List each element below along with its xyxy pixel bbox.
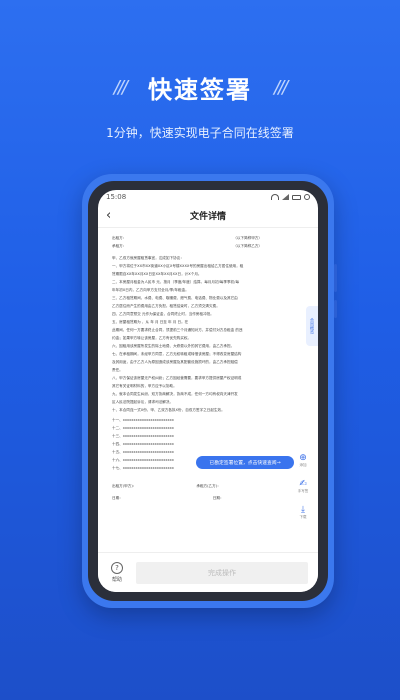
locate-signature-toast[interactable]: 已勘定签署位置，点击快速查阅→ [196,456,294,469]
phone-screen: 15:08 ‹ 文件详情 出租方： （以下简称甲方） 承租方： （以下简称乙方）… [98,190,318,592]
download-tool-button[interactable]: ⤓ 下载 [294,502,312,522]
help-label: 帮助 [111,577,122,583]
contract-line: 此期间，任何一方要求终止合同，须提前三个月通知对方，并偿付对方总租金 的违 [112,328,243,332]
contract-line: 三、乙方租赁期间，水费、电费、取暖费、燃气费、电话费、物业费以及其它由 [112,296,238,300]
contract-clauses: 甲、乙双方就房屋租赁事宜，达成如下协议： 一、甲方将位于XX市XX街道XX小区X号… [112,254,304,414]
contract-numbered-line: 十五、xxxxxxxxxxxxxxxxxxxxxxxx [112,450,174,454]
decor-slashes-right: /// [274,77,288,98]
party-a-label: 出租方： [112,236,127,240]
party-b-value: （以下简称乙方） [233,244,262,248]
contract-line: 责任。 [112,368,123,372]
status-time: 15:08 [106,193,127,201]
sign-party-a: 出租方(甲方)： [112,484,137,488]
chevron-left-icon[interactable]: ‹ [106,208,111,223]
handwrite-tool-button[interactable]: ✍ 手写签 [294,476,312,496]
page-subtitle: 1分钟，快速实现电子合同在线签署 [106,126,294,140]
contract-line: 甲、乙双方就房屋租赁事宜，达成如下协议： [112,256,184,260]
handwrite-tool-label: 手写签 [297,488,309,493]
headline: /// 快速签署 /// [0,70,400,105]
add-tool-button[interactable]: ⊕ 添加 [294,450,312,470]
page-title: 快速签署 [148,76,252,104]
contract-numbered-line: 十二、xxxxxxxxxxxxxxxxxxxxxxxx [112,426,174,430]
nav-bar: ‹ 文件详情 [98,204,318,228]
status-icons [271,194,310,200]
date-party-b: 日期： [212,496,224,500]
contract-line: 其它有关证明材料的，甲方应予以协助。 [112,384,177,388]
contract-line: 年年初X日内，乙方向甲方支付全月/季/年租金。 [112,288,189,292]
contract-line: 及其用途，由于乙方人为原因造成该房屋及其配套设施损坏的，由乙方承担赔偿 [112,360,238,364]
alarm-icon [304,194,310,200]
phone-power-button [334,300,337,318]
contract-line: 约金；如果甲方转让该房屋，乙方有优先购买权。 [112,336,192,340]
bottom-bar: ? 帮助 完成操作 [98,552,318,592]
contract-line: 十、本合同连一式X份，甲、乙双方各执X份，自双方签字之日起生效。 [112,408,225,412]
hand-sign-icon: ✍ [299,478,307,489]
contract-numbered-line: 十四、xxxxxxxxxxxxxxxxxxxxxxxx [112,442,174,446]
download-icon: ⤓ [301,504,305,515]
contract-line: 七、在承租期间，未经甲方同意，乙方无权转租或转借该房屋；不得改变房屋结构 [112,352,242,356]
contract-numbered-line: 十一、xxxxxxxxxxxxxxxxxxxxxxxx [112,418,174,422]
contract-line: 一、甲方将位于XX市XX街道XX小区X号楼XXXX号的房屋出租给乙方居住使用，租 [112,264,244,268]
contract-line: 九、就本合同发生纠纷，双方协商解决，协商不成，任何一方均有权向天津开发 [112,392,238,396]
question-icon: ? [111,562,123,574]
contract-line: 六、因租用该房屋所发生的除土地费、大修费以外的其它费用，由乙方承担。 [112,344,235,348]
party-b-label: 承租方： [112,244,127,248]
wifi-icon [271,194,279,200]
contract-numbered-line: 十三、xxxxxxxxxxxxxxxxxxxxxxxx [112,434,174,438]
contract-line: 五、房屋租赁期为 ，从 年 月 日至 年 月 日。在 [112,320,189,324]
sign-party-b: 承租方(乙方)： [196,484,221,488]
download-tool-label: 下载 [299,514,307,519]
status-bar: 15:08 [98,190,318,204]
contract-line: 四、乙方同意预交 元作为保证金，合同终止时，当作房租冲抵。 [112,312,214,316]
tool-column: ⊕ 添加 ✍ 手写签 ⤓ 下载 [294,450,312,522]
phone-bezel: 15:08 ‹ 文件详情 出租方： （以下简称甲方） 承租方： （以下简称乙方）… [88,181,328,601]
decor-slashes-left: /// [113,77,128,98]
contract-overview-tab[interactable]: 合同概览 [306,306,318,346]
add-tool-label: 添加 [299,462,307,467]
signal-icon [282,194,289,200]
finish-button[interactable]: 完成操作 [136,561,308,584]
plus-circle-icon: ⊕ [299,452,307,463]
contract-line: 二、本房屋月租金为人民币 元，按月（季度/年度）结算。每月月初/每季季初/每 [112,280,239,284]
date-party-a: 日期： [112,496,123,500]
phone-volume-button [334,264,337,292]
phone-mockup: 15:08 ‹ 文件详情 出租方： （以下简称甲方） 承租方： （以下简称乙方）… [82,174,337,608]
help-button[interactable]: ? 帮助 [108,562,126,583]
contract-line: 八、甲方保证该房屋无产权纠纷；乙方因经营需要，要求甲方提供房屋产权证明或 [112,376,242,380]
battery-icon [292,194,301,200]
contract-line: 区人民法院提起诉讼，请求司法解决。 [112,400,174,404]
nav-title: 文件详情 [189,212,226,222]
party-a-value: （以下简称甲方） [233,236,262,240]
contract-line: 赁期限自XX年XX月XX日至XX年XX月XX日，计X个月。 [112,272,202,276]
contract-line: 乙方居住而产生的费用由乙方负担。租赁结束时，乙方须交清欠费。 [112,304,220,308]
